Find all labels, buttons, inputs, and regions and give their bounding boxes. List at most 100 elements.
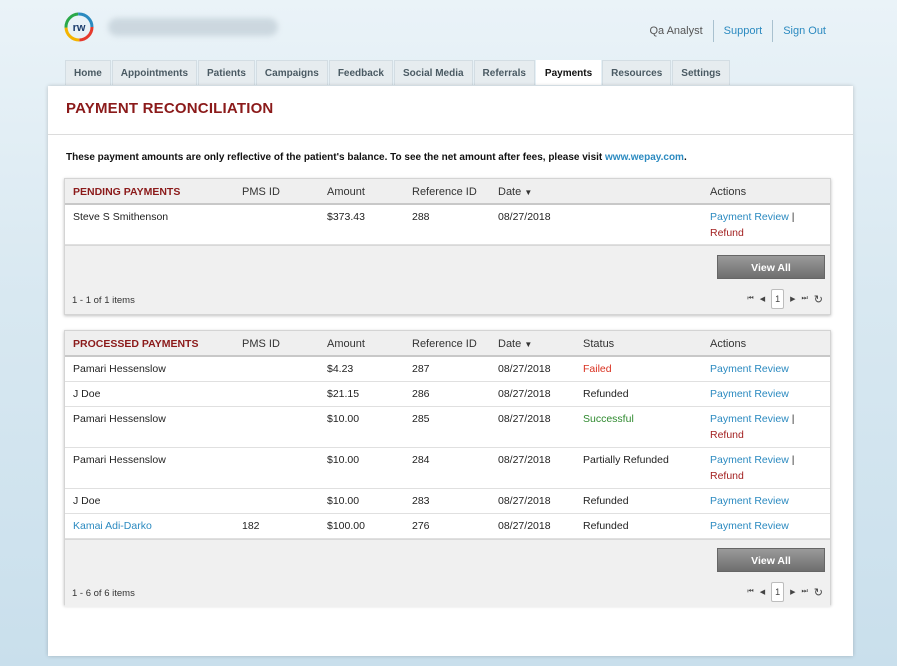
status-badge: Refunded [583,388,629,400]
patient-name: Pamari Hessenslow [73,454,166,466]
payment-review-link[interactable]: Payment Review [710,211,789,223]
svg-text:rw: rw [73,22,86,34]
user-name: Qa Analyst [649,25,703,37]
app-header: rw Qa Analyst Support Sign Out [0,0,897,60]
amount: $100.00 [327,520,365,532]
actions: Payment Review | Refund [710,411,794,443]
reference-id: 276 [412,520,430,532]
view-all-button[interactable]: View All [717,255,825,279]
pager: ⏮ ◀ 1 ▶ ⏭ ↻ [747,289,823,309]
patient-name: J Doe [73,495,101,507]
payment-review-link[interactable]: Payment Review [710,454,789,466]
first-page-icon[interactable]: ⏮ [747,588,753,596]
tab-resources[interactable]: Resources [602,60,672,85]
table-row: Kamai Adi-Darko 182 $100.00 276 08/27/20… [65,514,830,539]
rw-logo-icon[interactable]: rw [64,12,94,42]
column-header-status[interactable]: Status [583,338,614,350]
amount: $10.00 [327,454,360,466]
processed-payments-grid: PROCESSED PAYMENTS PMS ID Amount Referen… [64,330,831,607]
tab-feedback[interactable]: Feedback [328,60,393,85]
wepay-link[interactable]: www.wepay.com [605,152,684,163]
page-number[interactable]: 1 [771,289,785,309]
next-page-icon[interactable]: ▶ [790,588,795,596]
page-number[interactable]: 1 [771,582,785,602]
payment-review-link[interactable]: Payment Review [710,363,789,375]
column-header-amount[interactable]: Amount [327,338,365,350]
column-header-date[interactable]: Date ▼ [498,186,532,198]
support-link[interactable]: Support [714,25,773,37]
reference-id: 287 [412,363,430,375]
status-badge: Successful [583,413,634,425]
page-title: PAYMENT RECONCILIATION [66,100,274,117]
patient-name: Pamari Hessenslow [73,413,166,425]
status-badge: Failed [583,363,612,375]
grid-footer: View All 1 - 1 of 1 items ⏮ ◀ 1 ▶ ⏭ ↻ [65,245,830,314]
patient-name: Steve S Smithenson [73,211,169,223]
tab-referrals[interactable]: Referrals [473,60,535,85]
column-header-pms-id[interactable]: PMS ID [242,338,280,350]
payment-review-link[interactable]: Payment Review [710,495,789,507]
reference-id: 288 [412,211,430,223]
tab-settings[interactable]: Settings [672,60,730,85]
sort-desc-icon: ▼ [524,188,533,197]
content-panel: PAYMENT RECONCILIATION These payment amo… [48,86,853,656]
view-all-button[interactable]: View All [717,548,825,572]
tab-social-media[interactable]: Social Media [393,60,473,85]
refund-link[interactable]: Refund [710,429,744,441]
column-header-actions: Actions [710,186,747,198]
date: 08/27/2018 [498,388,551,400]
amount: $21.15 [327,388,360,400]
refresh-icon[interactable]: ↻ [814,586,823,599]
status-badge: Refunded [583,520,629,532]
reference-id: 284 [412,454,430,466]
grid-title: PROCESSED PAYMENTS [73,338,199,350]
notice-text: These payment amounts are only reflectiv… [66,152,606,163]
column-label: Date [498,186,522,198]
prev-page-icon[interactable]: ◀ [760,295,765,303]
separator: | [791,211,795,223]
pms-id: 182 [242,520,260,532]
column-header-amount[interactable]: Amount [327,186,365,198]
sign-out-link[interactable]: Sign Out [773,25,836,37]
date: 08/27/2018 [498,363,551,375]
tab-payments[interactable]: Payments [535,60,602,85]
next-page-icon[interactable]: ▶ [790,295,795,303]
patient-name-link[interactable]: Kamai Adi-Darko [73,520,152,532]
refresh-icon[interactable]: ↻ [814,293,823,306]
reference-id: 285 [412,413,430,425]
separator: | [791,413,795,425]
column-header-date[interactable]: Date ▼ [498,338,532,350]
table-row: Pamari Hessenslow $10.00 285 08/27/2018 … [65,407,830,448]
column-label: Date [498,338,522,350]
refund-link[interactable]: Refund [710,227,744,239]
date: 08/27/2018 [498,495,551,507]
last-page-icon[interactable]: ⏭ [801,295,807,303]
payment-review-link[interactable]: Payment Review [710,520,789,532]
main-nav-tabs: Home Appointments Patients Campaigns Fee… [65,60,731,85]
item-count: 1 - 6 of 6 items [72,588,135,599]
date: 08/27/2018 [498,520,551,532]
pending-payments-grid: PENDING PAYMENTS PMS ID Amount Reference… [64,178,831,315]
payment-review-link[interactable]: Payment Review [710,413,789,425]
amount: $4.23 [327,363,354,375]
table-row: J Doe $21.15 286 08/27/2018 Refunded Pay… [65,382,830,407]
tab-campaigns[interactable]: Campaigns [255,60,328,85]
grid-footer: View All 1 - 6 of 6 items ⏮ ◀ 1 ▶ ⏭ ↻ [65,539,830,607]
tab-appointments[interactable]: Appointments [111,60,198,85]
refund-link[interactable]: Refund [710,470,744,482]
sort-desc-icon: ▼ [524,340,533,349]
column-header-pms-id[interactable]: PMS ID [242,186,280,198]
grid-header: PROCESSED PAYMENTS PMS ID Amount Referen… [65,331,830,357]
first-page-icon[interactable]: ⏮ [747,295,753,303]
patient-name: Pamari Hessenslow [73,363,166,375]
tab-home[interactable]: Home [65,60,111,85]
last-page-icon[interactable]: ⏭ [801,588,807,596]
actions: Payment Review | Refund [710,209,794,241]
fee-notice: These payment amounts are only reflectiv… [66,152,687,163]
prev-page-icon[interactable]: ◀ [760,588,765,596]
payment-review-link[interactable]: Payment Review [710,388,789,400]
tab-patients[interactable]: Patients [198,60,255,85]
date: 08/27/2018 [498,211,551,223]
column-header-reference-id[interactable]: Reference ID [412,186,477,198]
column-header-reference-id[interactable]: Reference ID [412,338,477,350]
